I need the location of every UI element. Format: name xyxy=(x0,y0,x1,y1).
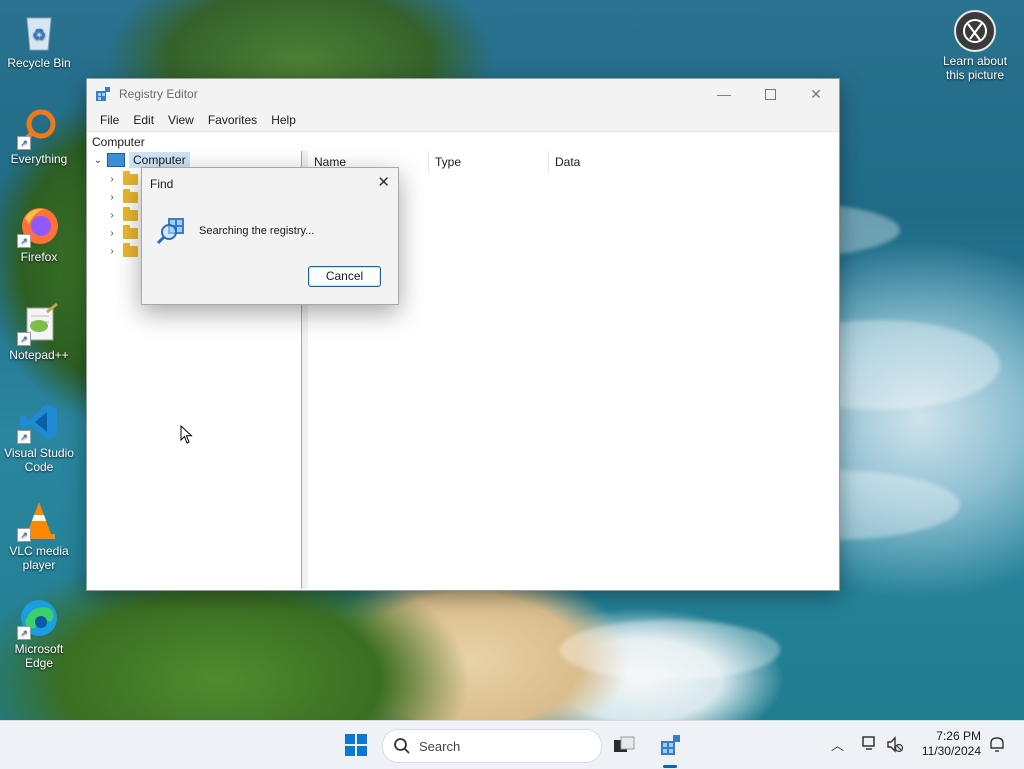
folder-icon xyxy=(123,206,138,221)
window-title: Registry Editor xyxy=(119,87,198,101)
mouse-cursor-icon xyxy=(180,425,193,444)
recycle-bin-icon: ♻ xyxy=(17,10,61,54)
tree-item-label: Computer xyxy=(129,152,190,168)
tree-item-folder[interactable]: › xyxy=(105,224,138,242)
network-icon[interactable] xyxy=(861,735,879,753)
menu-edit[interactable]: Edit xyxy=(126,113,161,127)
chevron-right-icon[interactable]: › xyxy=(105,210,119,221)
dialog-close-button[interactable]: ✕ xyxy=(377,173,390,191)
registry-editor-icon xyxy=(96,87,110,101)
shortcut-arrow-icon: ↗ xyxy=(17,332,31,346)
desktop-icon-recycle-bin[interactable]: ♻ Recycle Bin xyxy=(1,10,77,70)
desktop-icon-vscode[interactable]: ↗ Visual Studio Code xyxy=(1,400,77,474)
menu-view[interactable]: View xyxy=(161,113,201,127)
minimize-icon: — xyxy=(717,86,731,102)
folder-icon xyxy=(123,170,138,185)
firefox-icon: ↗ xyxy=(17,204,61,248)
menu-favorites[interactable]: Favorites xyxy=(201,113,264,127)
minimize-button[interactable]: — xyxy=(701,79,747,109)
desktop-icon-label: Microsoft Edge xyxy=(14,642,64,670)
clock-date: 11/30/2024 xyxy=(921,744,981,758)
desktop-icon-everything[interactable]: ↗ Everything xyxy=(1,106,77,166)
tree-item-folder[interactable]: › xyxy=(105,206,138,224)
tree-item-folder[interactable]: › xyxy=(105,242,138,260)
find-dialog: Find ✕ Searching the registry... Cancel xyxy=(141,167,399,305)
learn-about-picture[interactable]: Learn about this picture xyxy=(936,10,1014,82)
search-status-text: Searching the registry... xyxy=(199,225,315,237)
volume-muted-icon[interactable] xyxy=(886,736,904,754)
chevron-right-icon[interactable]: › xyxy=(105,192,119,203)
taskbar-search-box[interactable]: Search xyxy=(382,729,602,763)
maximize-icon xyxy=(764,88,776,100)
tree-item-folder[interactable]: › xyxy=(105,170,138,188)
column-header-type[interactable]: Type xyxy=(429,151,549,173)
close-button[interactable]: ✕ xyxy=(793,79,839,109)
taskbar-app-registry-editor[interactable] xyxy=(656,731,684,759)
chevron-right-icon[interactable]: › xyxy=(105,228,119,239)
shortcut-arrow-icon: ↗ xyxy=(17,626,31,640)
dialog-title: Find xyxy=(150,177,174,191)
tree-item-folder[interactable]: › xyxy=(105,188,138,206)
taskbar-app-task-view[interactable] xyxy=(610,731,638,759)
title-bar[interactable]: Registry Editor — ✕ xyxy=(87,79,839,109)
camera-lens-icon xyxy=(954,10,996,52)
desktop-icon-edge[interactable]: ↗ Microsoft Edge xyxy=(1,596,77,670)
search-icon xyxy=(394,738,410,754)
maximize-button[interactable] xyxy=(747,79,793,109)
chevron-down-icon[interactable]: ⌄ xyxy=(91,155,105,166)
desktop-icon-label: Recycle Bin xyxy=(7,56,71,70)
visual-studio-code-icon: ↗ xyxy=(17,400,61,444)
desktop-icon-vlc[interactable]: ↗ VLC media player xyxy=(1,498,77,572)
menu-bar: File Edit View Favorites Help xyxy=(87,109,839,131)
desktop-icon-label: Notepad++ xyxy=(9,348,69,362)
folder-icon xyxy=(123,188,138,203)
learn-about-label: Learn about this picture xyxy=(942,54,1008,82)
chevron-right-icon[interactable]: › xyxy=(105,174,119,185)
show-hidden-icons-chevron-up-icon[interactable]: ︿ xyxy=(831,735,844,754)
chevron-right-icon[interactable]: › xyxy=(105,246,119,257)
desktop-icon-notepadpp[interactable]: ↗ Notepad++ xyxy=(1,302,77,362)
start-button[interactable] xyxy=(344,733,368,757)
registry-editor-window: Registry Editor — ✕ File Edit View Favor… xyxy=(86,78,840,591)
menu-file[interactable]: File xyxy=(93,113,126,127)
svg-text:♻: ♻ xyxy=(32,25,46,44)
notifications-icon[interactable] xyxy=(988,735,1006,753)
taskbar: Search ︿ 7:26 PM 11/30/2024 xyxy=(0,720,1024,769)
close-icon: ✕ xyxy=(377,174,390,191)
registry-editor-icon xyxy=(661,735,680,755)
address-bar[interactable]: Computer xyxy=(87,131,839,153)
vlc-cone-icon: ↗ xyxy=(17,498,61,542)
shortcut-arrow-icon: ↗ xyxy=(17,430,31,444)
folder-icon xyxy=(123,242,138,257)
shortcut-arrow-icon: ↗ xyxy=(17,528,31,542)
task-view-icon xyxy=(614,736,635,752)
column-header-data[interactable]: Data xyxy=(549,151,675,173)
desktop-icon-label: Firefox xyxy=(20,250,58,264)
computer-icon xyxy=(107,153,125,167)
cancel-button[interactable]: Cancel xyxy=(308,266,381,287)
shortcut-arrow-icon: ↗ xyxy=(17,136,31,150)
system-clock[interactable]: 7:26 PM 11/30/2024 xyxy=(915,729,981,759)
microsoft-edge-icon: ↗ xyxy=(17,596,61,640)
menu-help[interactable]: Help xyxy=(264,113,303,127)
desktop-icon-label: VLC media player xyxy=(9,544,69,572)
desktop-icon-label: Everything xyxy=(10,152,68,166)
everything-search-icon: ↗ xyxy=(17,106,61,150)
search-placeholder: Search xyxy=(419,738,461,754)
registry-search-icon xyxy=(156,218,184,245)
desktop-icon-label: Visual Studio Code xyxy=(4,446,74,474)
shortcut-arrow-icon: ↗ xyxy=(17,234,31,248)
desktop-icon-firefox[interactable]: ↗ Firefox xyxy=(1,204,77,264)
close-icon: ✕ xyxy=(810,85,822,102)
notepad-plus-plus-icon: ↗ xyxy=(17,302,61,346)
clock-time: 7:26 PM xyxy=(936,729,981,743)
folder-icon xyxy=(123,224,138,239)
